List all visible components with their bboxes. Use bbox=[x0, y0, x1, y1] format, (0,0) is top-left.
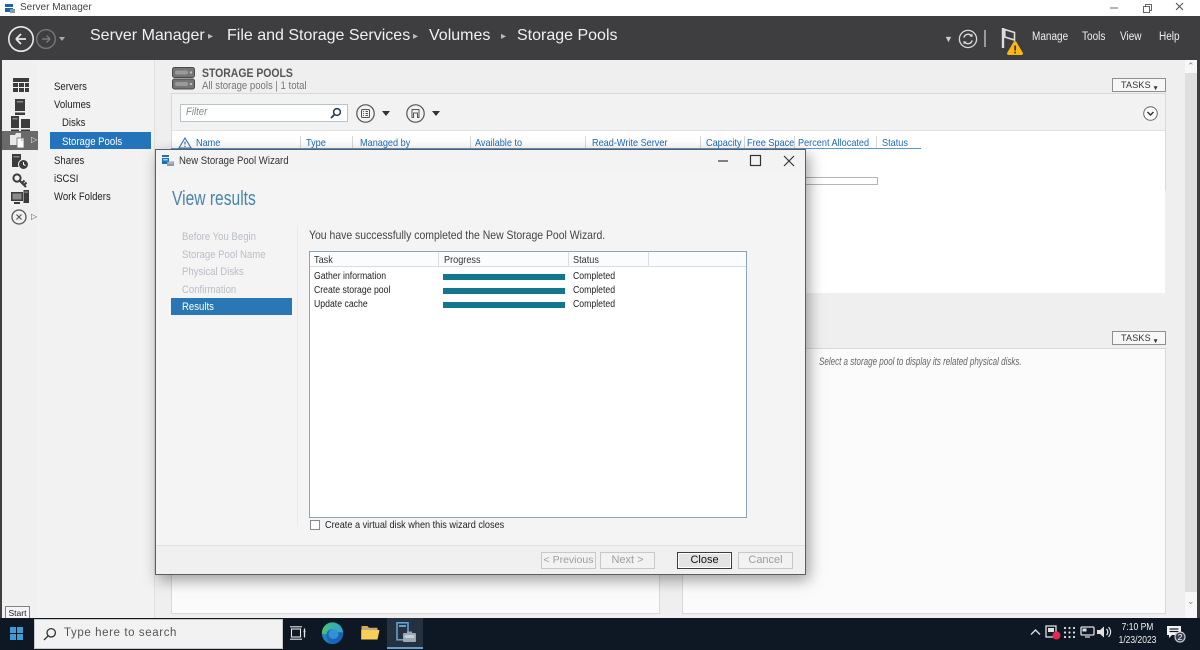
svg-text:2: 2 bbox=[1178, 632, 1183, 642]
